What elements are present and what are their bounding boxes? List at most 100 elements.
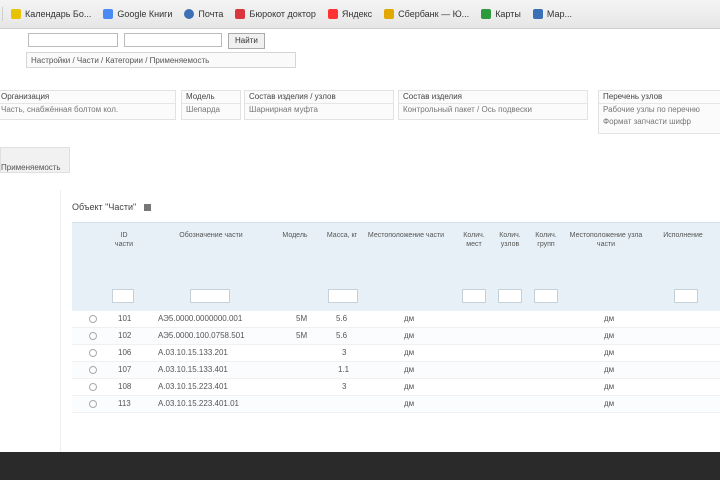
filter-value: Рабочие узлы по перечню xyxy=(603,105,700,114)
column-header-mass[interactable]: Масса, кг xyxy=(324,231,360,240)
cell-id: 113 xyxy=(118,399,131,408)
object-title: Объект "Части" xyxy=(72,202,152,212)
cell-unit-place: дм xyxy=(604,348,615,357)
parts-grid: ID части Обозначение части Модель Масса,… xyxy=(72,222,720,413)
search-input-2[interactable] xyxy=(124,33,222,47)
cell-id: 102 xyxy=(118,331,132,340)
maps-icon xyxy=(481,9,492,19)
table-row[interactable]: 107 А.03.10.15.133.401 1.1 дм дм xyxy=(72,362,720,379)
search-button[interactable]: Найти xyxy=(228,33,265,49)
filter-value: Контрольный пакет / Ось подвески xyxy=(403,105,532,114)
column-header-model[interactable]: Модель xyxy=(280,231,310,240)
filter-model[interactable]: Модель Шепарда xyxy=(181,90,241,120)
bookmark-2[interactable]: Почта xyxy=(184,9,223,19)
bookmark-7[interactable]: Мар... xyxy=(532,9,572,19)
table-row[interactable]: 113 А.03.10.15.223.401.01 дм дм xyxy=(72,396,720,413)
cell-place: дм xyxy=(404,331,415,340)
cell-mass: 1.1 xyxy=(338,365,350,374)
row-select-icon[interactable] xyxy=(89,315,97,323)
cell-id: 108 xyxy=(118,382,132,391)
column-header-version[interactable]: Исполнение xyxy=(658,231,708,240)
cell-place: дм xyxy=(404,348,415,357)
column-header-unit-place[interactable]: Местоположение узла части xyxy=(566,231,646,249)
filter-input-qty-groups[interactable] xyxy=(534,289,558,303)
search-input-1[interactable] xyxy=(28,33,118,47)
cell-place: дм xyxy=(404,314,415,323)
column-header-id[interactable]: ID части xyxy=(112,231,136,249)
cell-mass: 5.6 xyxy=(336,314,348,323)
filter-value: Шарнирная муфта xyxy=(249,105,318,114)
cell-code: А.03.10.15.223.401.01 xyxy=(158,399,239,408)
collapse-icon[interactable] xyxy=(144,203,152,211)
cell-mass: 5.6 xyxy=(336,331,348,340)
calendar-icon xyxy=(11,9,21,19)
bookmark-icon xyxy=(532,9,543,19)
filter-header: Перечень узлов xyxy=(599,91,720,104)
cell-unit-place: дм xyxy=(604,399,615,408)
row-select-icon[interactable] xyxy=(89,383,97,391)
column-header-qty-units[interactable]: Колич. узлов xyxy=(496,231,524,249)
filter-input-id[interactable] xyxy=(112,289,134,303)
filter-input-qty-units[interactable] xyxy=(498,289,522,303)
cell-code: А.03.10.15.223.401 xyxy=(158,382,228,391)
google-books-icon xyxy=(103,9,114,19)
table-row[interactable]: 106 А.03.10.15.133.201 3 дм дм xyxy=(72,345,720,362)
object-title-text: Объект "Части" xyxy=(72,202,137,212)
yandex-icon xyxy=(327,9,338,19)
table-row[interactable]: 108 А.03.10.15.223.401 3 дм дм xyxy=(72,379,720,396)
filter-product-composition[interactable]: Состав изделия Контрольный пакет / Ось п… xyxy=(398,90,588,120)
filter-input-version[interactable] xyxy=(674,289,698,303)
mail-icon xyxy=(184,9,195,19)
row-select-icon[interactable] xyxy=(89,332,97,340)
column-header-place[interactable]: Местоположение части xyxy=(366,231,446,240)
cell-id: 107 xyxy=(118,365,132,374)
cell-place: дм xyxy=(404,399,415,408)
filter-input-qty-places[interactable] xyxy=(462,289,486,303)
filter-header: Состав изделия / узлов xyxy=(245,91,393,104)
bookmarks-bar: Календарь Бо... Google Книги Почта Бюрок… xyxy=(0,0,720,29)
row-select-icon[interactable] xyxy=(89,400,97,408)
tab-applicability[interactable]: Применяемость xyxy=(0,147,70,173)
grid-header: ID части Обозначение части Модель Масса,… xyxy=(72,222,720,311)
filter-organization[interactable]: Организация Часть, снабжённая болтом кол… xyxy=(0,90,176,120)
filter-input-mass[interactable] xyxy=(328,289,358,303)
cell-id: 106 xyxy=(118,348,132,357)
bookmark-3[interactable]: Бюрокот доктор xyxy=(235,9,316,19)
cell-model: 5М xyxy=(296,314,308,323)
cell-unit-place: дм xyxy=(604,314,615,323)
row-select-icon[interactable] xyxy=(89,366,97,374)
cell-code: АЭ5.0000.100.0758.501 xyxy=(158,331,245,340)
bookmark-0[interactable]: Календарь Бо... xyxy=(11,9,91,19)
filter-unit-composition[interactable]: Состав изделия / узлов Шарнирная муфта xyxy=(244,90,394,120)
cell-place: дм xyxy=(404,365,415,374)
table-row[interactable]: 102 АЭ5.0000.100.0758.501 5М 5.6 дм дм xyxy=(72,328,720,345)
bookmark-5[interactable]: Сбербанк — Ю... xyxy=(384,9,469,19)
cell-mass: 3 xyxy=(342,382,347,391)
cell-code: АЭ5.0000.0000000.001 xyxy=(158,314,243,323)
cell-unit-place: дм xyxy=(604,365,615,374)
row-select-icon[interactable] xyxy=(89,349,97,357)
breadcrumb[interactable]: Настройки / Части / Категории / Применяе… xyxy=(26,52,296,68)
table-row[interactable]: 101 АЭ5.0000.0000000.001 5М 5.6 дм дм xyxy=(72,311,720,328)
column-header-code[interactable]: Обозначение части xyxy=(156,231,266,240)
column-header-qty-places[interactable]: Колич. мест xyxy=(460,231,488,249)
filter-input-code[interactable] xyxy=(190,289,230,303)
filter-unit-list[interactable]: Перечень узлов Рабочие узлы по перечню Ф… xyxy=(598,90,720,134)
filter-header: Состав изделия xyxy=(399,91,587,104)
bookmark-6[interactable]: Карты xyxy=(481,9,521,19)
search-row: Найти xyxy=(28,33,265,49)
filter-value: Шепарда xyxy=(186,105,220,114)
cell-unit-place: дм xyxy=(604,331,615,340)
cell-code: А.03.10.15.133.201 xyxy=(158,348,228,357)
bank-icon xyxy=(384,9,395,19)
bookmark-icon xyxy=(235,9,246,19)
column-header-qty-groups[interactable]: Колич. групп xyxy=(532,231,560,249)
filter-value: Часть, снабжённая болтом кол. xyxy=(1,105,119,114)
bookmark-4[interactable]: Яндекс xyxy=(327,9,372,19)
cell-unit-place: дм xyxy=(604,382,615,391)
cell-place: дм xyxy=(404,382,415,391)
cell-code: А.03.10.15.133.401 xyxy=(158,365,228,374)
filter-header: Модель xyxy=(182,91,240,104)
taskbar xyxy=(0,452,720,480)
bookmark-1[interactable]: Google Книги xyxy=(103,9,172,19)
